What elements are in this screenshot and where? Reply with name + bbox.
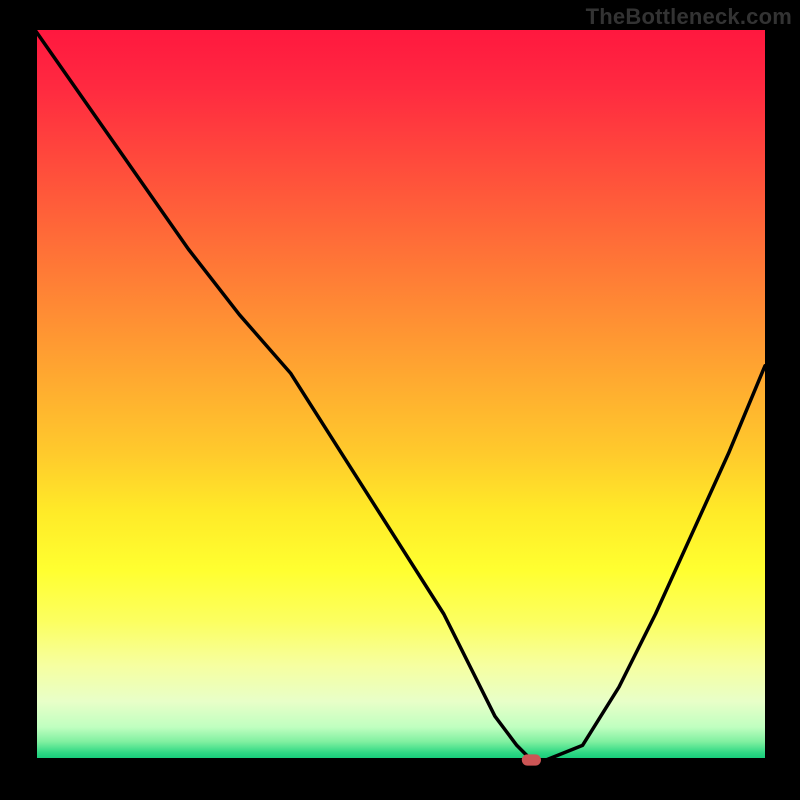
chart-container: TheBottleneck.com [0,0,800,800]
bottleneck-chart [0,0,800,800]
gradient-background [35,30,765,760]
watermark-text: TheBottleneck.com [586,4,792,30]
optimal-point-marker [522,754,541,765]
